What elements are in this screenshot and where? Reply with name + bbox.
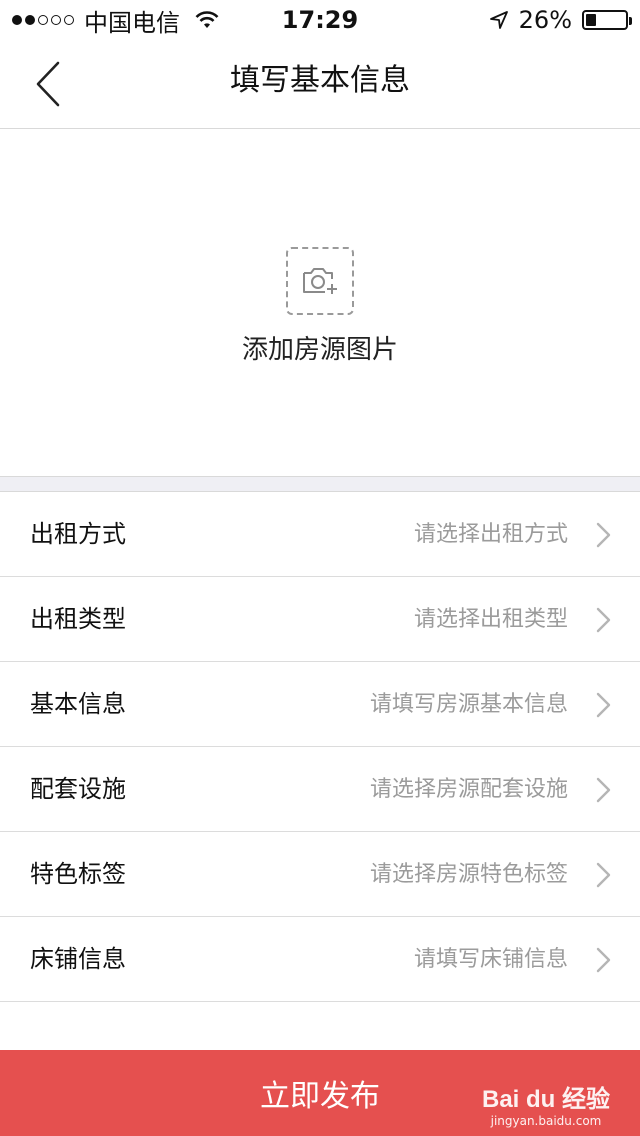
row-hint: 请选择出租方式 [413,522,568,547]
row-bed-info[interactable]: 床铺信息 请填写床铺信息 [0,917,640,1002]
battery-icon [582,10,632,30]
row-label: 特色标签 [30,860,126,888]
row-hint: 请填写床铺信息 [413,947,568,972]
row-hint: 请填写房源基本信息 [369,692,568,717]
row-hint: 请选择房源配套设施 [369,777,568,802]
row-facilities[interactable]: 配套设施 请选择房源配套设施 [0,747,640,832]
watermark-url: jingyan.baidu.com [490,1114,602,1128]
chevron-right-icon [596,862,611,888]
row-feature-tags[interactable]: 特色标签 请选择房源特色标签 [0,832,640,917]
row-hint: 请选择房源特色标签 [369,862,568,887]
nav-bar: 填写基本信息 [0,40,640,129]
camera-plus-icon [303,268,337,294]
add-photo-button[interactable] [286,247,354,315]
form-list: 出租方式 请选择出租方式 出租类型 请选择出租类型 基本信息 请填写房源基本信息… [0,492,640,1050]
location-arrow-icon [489,11,508,29]
row-basic-info[interactable]: 基本信息 请填写房源基本信息 [0,662,640,747]
chevron-right-icon [596,692,611,718]
row-label: 床铺信息 [30,945,126,973]
add-photo-label: 添加房源图片 [241,335,398,365]
status-bar: 中国电信 17:29 26% [0,0,640,40]
publish-button[interactable]: 立即发布 Bai du 经验 jingyan.baidu.com [0,1050,640,1136]
watermark-logo: Bai du 经验 [481,1086,610,1113]
section-divider [0,476,640,492]
baidu-watermark: Bai du 经验 jingyan.baidu.com [482,1079,610,1128]
page-title: 填写基本信息 [230,63,410,98]
publish-button-label: 立即发布 [260,1079,380,1114]
row-rental-method[interactable]: 出租方式 请选择出租方式 [0,492,640,577]
battery-percent: 26% [518,6,572,34]
chevron-right-icon [596,777,611,803]
photo-upload-area: 添加房源图片 [0,129,640,476]
row-hint: 请选择出租类型 [413,607,568,632]
row-label: 基本信息 [30,690,126,718]
chevron-right-icon [596,607,611,633]
row-label: 出租类型 [30,605,126,633]
chevron-right-icon [596,947,611,973]
row-rental-type[interactable]: 出租类型 请选择出租类型 [0,577,640,662]
row-label: 出租方式 [30,520,126,548]
chevron-right-icon [596,522,611,548]
row-label: 配套设施 [30,775,126,803]
status-right: 26% [489,0,632,40]
battery-level-fill [586,14,596,26]
row-partially-hidden[interactable] [0,1002,640,1050]
